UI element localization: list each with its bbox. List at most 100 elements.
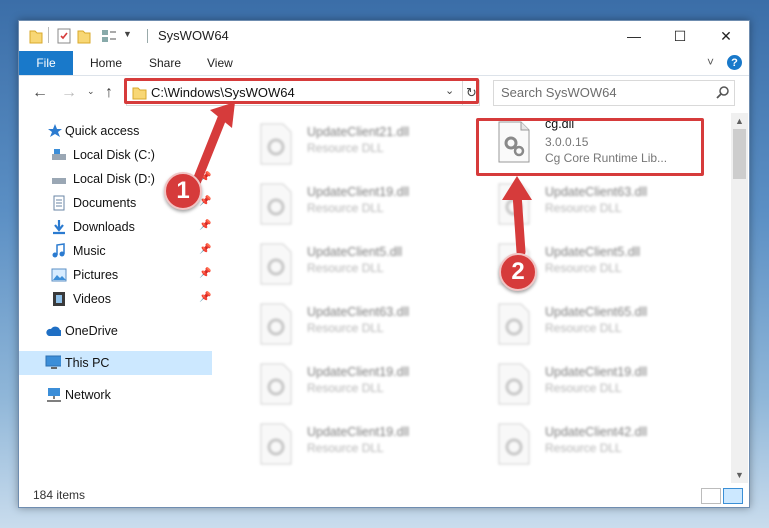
details-view-icon[interactable] xyxy=(701,488,721,504)
status-bar: 184 items xyxy=(19,485,749,507)
tab-home[interactable]: Home xyxy=(90,51,122,75)
dll-file-icon xyxy=(498,363,530,405)
nav-quick-access[interactable]: Quick access xyxy=(19,119,212,143)
nav-label: Local Disk (C:) xyxy=(73,148,155,162)
address-highlight-box xyxy=(124,78,479,104)
dll-file-icon xyxy=(260,303,292,345)
file-name: UpdateClient5.dll xyxy=(545,245,641,259)
nav-item-network[interactable]: Network xyxy=(19,383,212,407)
scrollbar-thumb[interactable] xyxy=(733,129,746,179)
help-icon[interactable]: ? xyxy=(727,55,742,70)
recent-dropdown-icon[interactable]: ⌄ xyxy=(87,86,95,97)
maximize-button[interactable]: ☐ xyxy=(657,21,703,51)
file-type: Resource DLL xyxy=(307,141,384,155)
up-icon[interactable]: ↑ xyxy=(105,84,113,102)
file-name: UpdateClient5.dll xyxy=(307,245,403,259)
list-item[interactable]: UpdateClient5.dll Resource DLL xyxy=(239,235,469,291)
pin-icon[interactable]: 📌 xyxy=(199,196,211,207)
file-name: UpdateClient19.dll xyxy=(545,365,648,379)
ribbon-expand-icon[interactable]: ˅ xyxy=(707,55,714,69)
file-name: UpdateClient19.dll xyxy=(307,185,410,199)
title-separator xyxy=(147,29,148,43)
dll-file-icon xyxy=(498,183,530,225)
drive-icon xyxy=(52,178,66,184)
forward-icon[interactable]: → xyxy=(61,84,77,102)
list-item[interactable]: UpdateClient65.dll Resource DLL xyxy=(477,295,707,351)
tiles-view-icon[interactable] xyxy=(723,488,743,504)
dll-file-icon xyxy=(498,303,530,345)
nav-label: Music xyxy=(73,244,106,258)
onedrive-icon xyxy=(46,326,61,336)
nav-item-pictures[interactable]: Pictures 📌 xyxy=(19,263,212,287)
file-name: UpdateClient63.dll xyxy=(545,185,648,199)
list-item[interactable]: UpdateClient21.dll Resource DLL xyxy=(239,115,469,171)
file-type: Resource DLL xyxy=(307,321,384,335)
minimize-button[interactable]: — xyxy=(611,21,657,51)
window-title: SysWOW64 xyxy=(158,28,229,43)
list-item[interactable]: UpdateClient19.dll Resource DLL xyxy=(239,175,469,231)
file-type: Resource DLL xyxy=(545,441,622,455)
folder-icon xyxy=(29,30,43,44)
file-type: Resource DLL xyxy=(307,441,384,455)
back-icon[interactable]: ← xyxy=(32,84,48,102)
tab-share[interactable]: Share xyxy=(149,51,181,75)
pin-icon[interactable]: 📌 xyxy=(199,172,211,183)
item-count: 184 items xyxy=(33,488,86,502)
pin-icon[interactable]: 📌 xyxy=(199,244,211,255)
file-type: Resource DLL xyxy=(545,321,622,335)
drive-icon xyxy=(52,149,66,160)
scroll-up-icon[interactable]: ▲ xyxy=(731,114,748,128)
list-item[interactable]: UpdateClient19.dll Resource DLL xyxy=(239,415,469,471)
dll-file-icon xyxy=(260,423,292,465)
scroll-down-icon[interactable]: ▼ xyxy=(731,468,748,482)
search-icon[interactable] xyxy=(716,85,730,99)
pin-icon[interactable]: 📌 xyxy=(199,268,211,279)
new-folder-icon[interactable] xyxy=(77,28,91,44)
dll-file-icon xyxy=(260,123,292,165)
nav-label: Videos xyxy=(73,292,111,306)
file-name: UpdateClient65.dll xyxy=(545,305,648,319)
file-name: UpdateClient42.dll xyxy=(545,425,648,439)
network-icon xyxy=(47,388,61,402)
dll-file-icon xyxy=(260,363,292,405)
nav-label: OneDrive xyxy=(65,324,118,338)
file-type: Resource DLL xyxy=(307,261,384,275)
tab-file[interactable]: File xyxy=(19,51,73,75)
file-type: Resource DLL xyxy=(545,201,622,215)
nav-label: Network xyxy=(65,388,111,402)
list-item[interactable]: UpdateClient63.dll Resource DLL xyxy=(477,175,707,231)
properties-icon[interactable] xyxy=(57,28,71,44)
step-2-badge: 2 xyxy=(499,253,537,291)
nav-item-videos[interactable]: Videos 📌 xyxy=(19,287,212,311)
file-type: Resource DLL xyxy=(307,201,384,215)
nav-item-downloads[interactable]: Downloads 📌 xyxy=(19,215,212,239)
pin-icon[interactable]: 📌 xyxy=(199,292,211,303)
list-item[interactable]: UpdateClient19.dll Resource DLL xyxy=(239,355,469,411)
nav-label: Quick access xyxy=(65,124,140,138)
close-button[interactable]: ✕ xyxy=(703,21,749,51)
list-item[interactable]: UpdateClient42.dll Resource DLL xyxy=(477,415,707,471)
pictures-icon xyxy=(51,268,67,282)
nav-label: This PC xyxy=(65,356,110,370)
nav-item-this-pc[interactable]: This PC xyxy=(19,351,212,375)
nav-item-music[interactable]: Music 📌 xyxy=(19,239,212,263)
vertical-scrollbar[interactable]: ▲ ▼ xyxy=(731,113,748,483)
nav-label: Pictures xyxy=(73,268,119,282)
qa-dropdown-icon[interactable]: ▼ xyxy=(123,29,132,39)
file-name: UpdateClient19.dll xyxy=(307,425,410,439)
pin-icon[interactable]: 📌 xyxy=(199,220,211,231)
file-name: UpdateClient19.dll xyxy=(307,365,410,379)
nav-item-onedrive[interactable]: OneDrive xyxy=(19,319,212,343)
dll-file-icon xyxy=(260,243,292,285)
nav-label: Local Disk (D:) xyxy=(73,172,155,186)
search-input[interactable]: Search SysWOW64 xyxy=(493,80,735,106)
file-name: UpdateClient21.dll xyxy=(307,125,410,139)
list-item[interactable]: UpdateClient63.dll Resource DLL xyxy=(239,295,469,351)
list-item[interactable]: UpdateClient19.dll Resource DLL xyxy=(477,355,707,411)
music-icon xyxy=(52,243,65,258)
customize-icon[interactable] xyxy=(101,28,119,44)
nav-label: Downloads xyxy=(73,220,135,234)
nav-item-local-disk-c[interactable]: Local Disk (C:) xyxy=(19,143,212,167)
tab-view[interactable]: View xyxy=(207,51,233,75)
search-placeholder: Search SysWOW64 xyxy=(501,85,617,100)
